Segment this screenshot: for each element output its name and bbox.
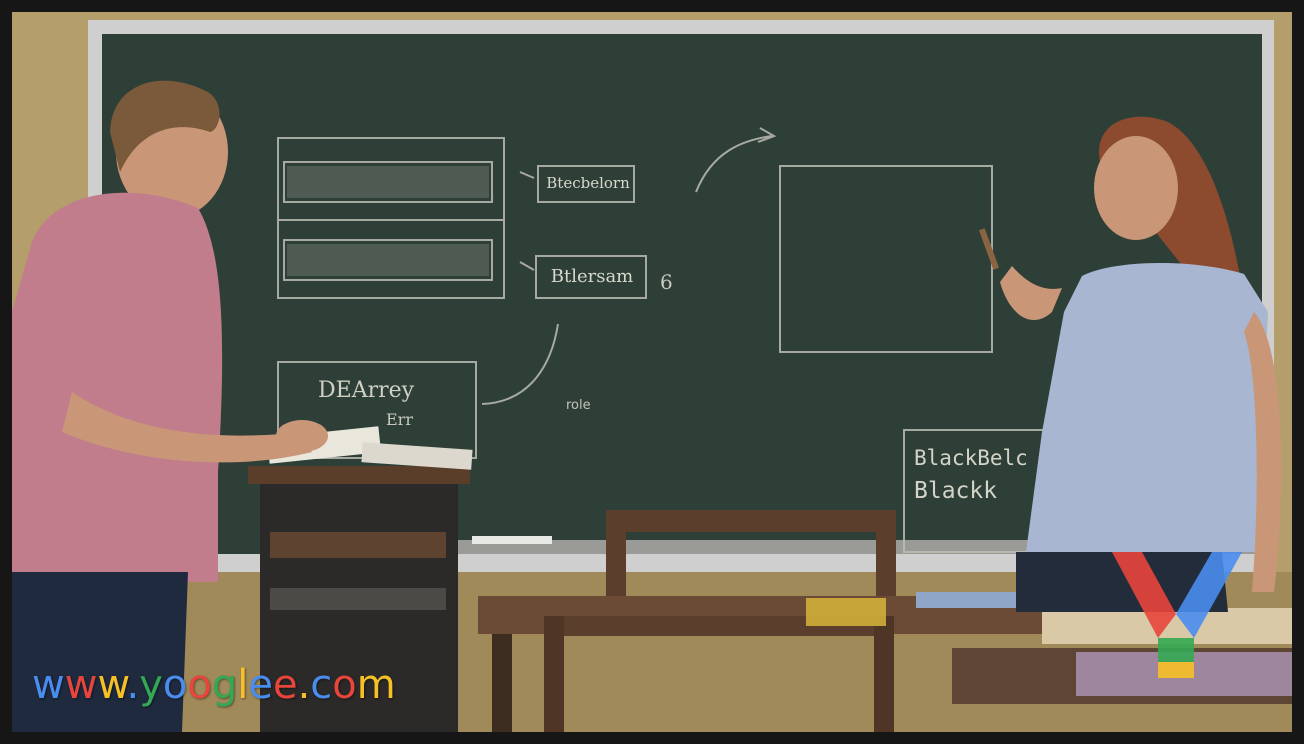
watermark-letter: c	[310, 662, 333, 708]
watermark-letter: .	[297, 662, 311, 708]
watermark-letter: o	[332, 662, 357, 708]
chalk-label-3-line2: Err	[386, 410, 413, 429]
watermark-letter: w	[64, 662, 98, 708]
watermark-letter: m	[356, 662, 396, 708]
watermark-url: www.yooglee.com	[32, 662, 396, 708]
watermark-letter: g	[211, 662, 238, 708]
chalk-note: role	[566, 398, 591, 413]
watermark-letter: .	[126, 662, 140, 708]
watermark-letter: e	[272, 662, 298, 708]
watermark-letter: w	[97, 662, 127, 708]
chalk-corner-line2: Blackk	[914, 478, 998, 504]
chalk-label-1: Btecbelorn	[546, 174, 630, 192]
watermark-letter: l	[237, 662, 249, 708]
classroom-scene: Btecbelorn Btlersam 6 DEArrey Err role B…	[12, 12, 1292, 732]
watermark-letter: o	[187, 662, 212, 708]
chalk-label-3-line1: DEArrey	[318, 378, 415, 403]
watermark-letter: y	[139, 662, 163, 708]
chalk-label-2-suffix: 6	[660, 270, 673, 294]
y-logo-icon	[1112, 552, 1242, 678]
chalk-corner-line1: BlackBelc	[914, 446, 1028, 470]
watermark-letter: e	[248, 662, 273, 708]
image-frame: Btecbelorn Btlersam 6 DEArrey Err role B…	[0, 0, 1304, 744]
chalk-label-2: Btlersam	[550, 266, 634, 287]
watermark-letter: o	[162, 662, 188, 708]
classroom-illustration	[12, 12, 1292, 732]
watermark-letter: w	[32, 662, 65, 708]
